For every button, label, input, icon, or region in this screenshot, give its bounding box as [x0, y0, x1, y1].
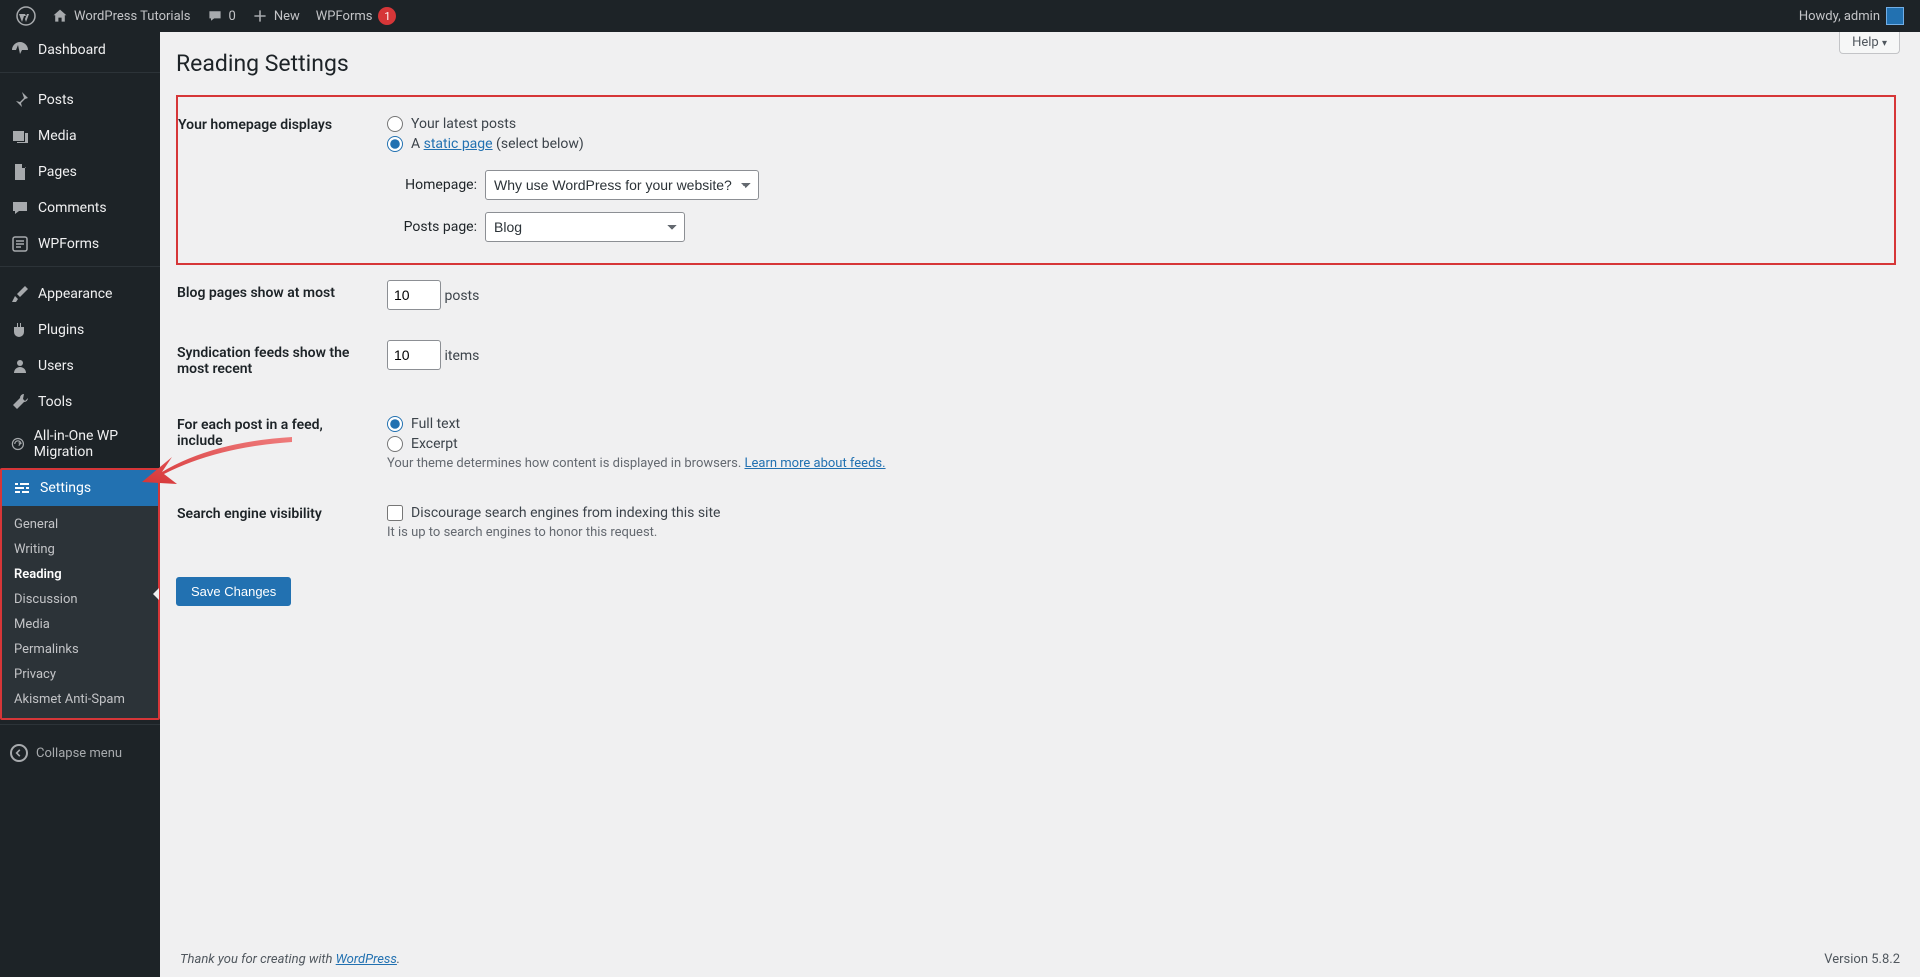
- plugin-icon: [10, 320, 30, 340]
- plus-icon: [252, 8, 268, 24]
- homepage-select-label: Homepage:: [387, 177, 477, 193]
- comments-count: 0: [229, 9, 236, 24]
- dashboard-icon: [10, 40, 30, 60]
- site-name-text: WordPress Tutorials: [74, 9, 191, 24]
- radio-fulltext[interactable]: [387, 416, 403, 432]
- form-icon: [10, 234, 30, 254]
- admin-sidebar: Dashboard Posts Media Pages Comments WPF…: [0, 32, 160, 977]
- menu-wpforms[interactable]: WPForms: [0, 226, 160, 262]
- submenu-akismet[interactable]: Akismet Anti-Spam: [2, 687, 158, 712]
- menu-tools[interactable]: Tools: [0, 384, 160, 420]
- comment-icon: [207, 8, 223, 24]
- radio-latest-posts[interactable]: [387, 116, 403, 132]
- feedcontent-th: For each post in a feed, include: [177, 397, 377, 486]
- comment-icon: [10, 198, 30, 218]
- feeds-unit: items: [444, 348, 479, 364]
- menu-comments[interactable]: Comments: [0, 190, 160, 226]
- new-label: New: [274, 9, 300, 24]
- settings-submenu: General Writing Reading Discussion Media…: [2, 506, 158, 718]
- radio-excerpt[interactable]: [387, 436, 403, 452]
- seo-checkbox[interactable]: [387, 505, 403, 521]
- submenu-media[interactable]: Media: [2, 612, 158, 637]
- chevron-down-icon: ▾: [1882, 38, 1887, 49]
- blogpages-input[interactable]: [387, 280, 441, 310]
- postspage-select[interactable]: Blog: [485, 212, 685, 242]
- user-icon: [10, 356, 30, 376]
- wordpress-icon: [16, 6, 36, 26]
- learn-feeds-link[interactable]: Learn more about feeds.: [745, 456, 886, 471]
- blogpages-unit: posts: [444, 288, 479, 304]
- feedcontent-desc: Your theme determines how content is dis…: [387, 456, 1885, 471]
- new-content[interactable]: New: [244, 0, 308, 32]
- homepage-th: Your homepage displays: [177, 96, 377, 264]
- collapse-menu[interactable]: Collapse menu: [0, 734, 160, 772]
- wpforms-badge: 1: [378, 7, 396, 25]
- wp-logo[interactable]: [8, 0, 44, 32]
- footer: Thank you for creating with WordPress. V…: [160, 942, 1920, 977]
- submenu-permalinks[interactable]: Permalinks: [2, 637, 158, 662]
- radio-excerpt-label: Excerpt: [411, 436, 458, 452]
- submenu-reading[interactable]: Reading: [2, 562, 158, 587]
- homepage-select[interactable]: Why use WordPress for your website?: [485, 170, 759, 200]
- submenu-privacy[interactable]: Privacy: [2, 662, 158, 687]
- page-title: Reading Settings: [176, 50, 1896, 77]
- menu-dashboard[interactable]: Dashboard: [0, 32, 160, 68]
- page-icon: [10, 162, 30, 182]
- settings-form: Your homepage displays Your latest posts…: [176, 95, 1896, 555]
- menu-settings[interactable]: Settings: [2, 470, 158, 506]
- submenu-discussion[interactable]: Discussion: [2, 587, 158, 612]
- comments-link[interactable]: 0: [199, 0, 244, 32]
- main: Help ▾ Reading Settings Your homepage di…: [160, 0, 1920, 977]
- submenu-writing[interactable]: Writing: [2, 537, 158, 562]
- radio-static-page-label: A static page (select below): [411, 136, 584, 152]
- radio-fulltext-label: Full text: [411, 416, 460, 432]
- wpforms-label: WPForms: [316, 9, 373, 24]
- seo-th: Search engine visibility: [177, 486, 377, 555]
- site-name[interactable]: WordPress Tutorials: [44, 0, 199, 32]
- howdy-text: Howdy, admin: [1799, 9, 1880, 24]
- pin-icon: [10, 90, 30, 110]
- footer-thanks: Thank you for creating with WordPress.: [180, 952, 400, 967]
- menu-aio-migration[interactable]: All-in-One WP Migration: [0, 420, 160, 468]
- save-button[interactable]: Save Changes: [176, 577, 291, 606]
- menu-media[interactable]: Media: [0, 118, 160, 154]
- brush-icon: [10, 284, 30, 304]
- seo-checkbox-label: Discourage search engines from indexing …: [411, 505, 720, 521]
- menu-users[interactable]: Users: [0, 348, 160, 384]
- feeds-input[interactable]: [387, 340, 441, 370]
- blogpages-th: Blog pages show at most: [177, 264, 377, 325]
- wpforms-link[interactable]: WPForms 1: [308, 0, 405, 32]
- my-account[interactable]: Howdy, admin: [1791, 0, 1912, 32]
- feeds-th: Syndication feeds show the most recent: [177, 325, 377, 397]
- menu-plugins[interactable]: Plugins: [0, 312, 160, 348]
- tools-icon: [10, 392, 30, 412]
- footer-wp-link[interactable]: WordPress: [336, 952, 397, 967]
- sliders-icon: [12, 478, 32, 498]
- home-icon: [52, 8, 68, 24]
- postspage-select-label: Posts page:: [387, 219, 477, 235]
- submenu-general[interactable]: General: [2, 512, 158, 537]
- menu-settings-group: Settings General Writing Reading Discuss…: [0, 468, 160, 720]
- help-tab[interactable]: Help ▾: [1839, 32, 1900, 54]
- seo-desc: It is up to search engines to honor this…: [387, 525, 1885, 540]
- migrate-icon: [10, 434, 26, 454]
- menu-posts[interactable]: Posts: [0, 82, 160, 118]
- avatar: [1886, 7, 1904, 25]
- static-page-link[interactable]: static page: [424, 136, 493, 152]
- menu-appearance[interactable]: Appearance: [0, 276, 160, 312]
- footer-version: Version 5.8.2: [1824, 952, 1900, 967]
- admin-bar: WordPress Tutorials 0 New WPForms 1 Howd…: [0, 0, 1920, 32]
- radio-static-page[interactable]: [387, 136, 403, 152]
- collapse-icon: [10, 744, 28, 762]
- media-icon: [10, 126, 30, 146]
- menu-pages[interactable]: Pages: [0, 154, 160, 190]
- radio-latest-posts-label: Your latest posts: [411, 116, 516, 132]
